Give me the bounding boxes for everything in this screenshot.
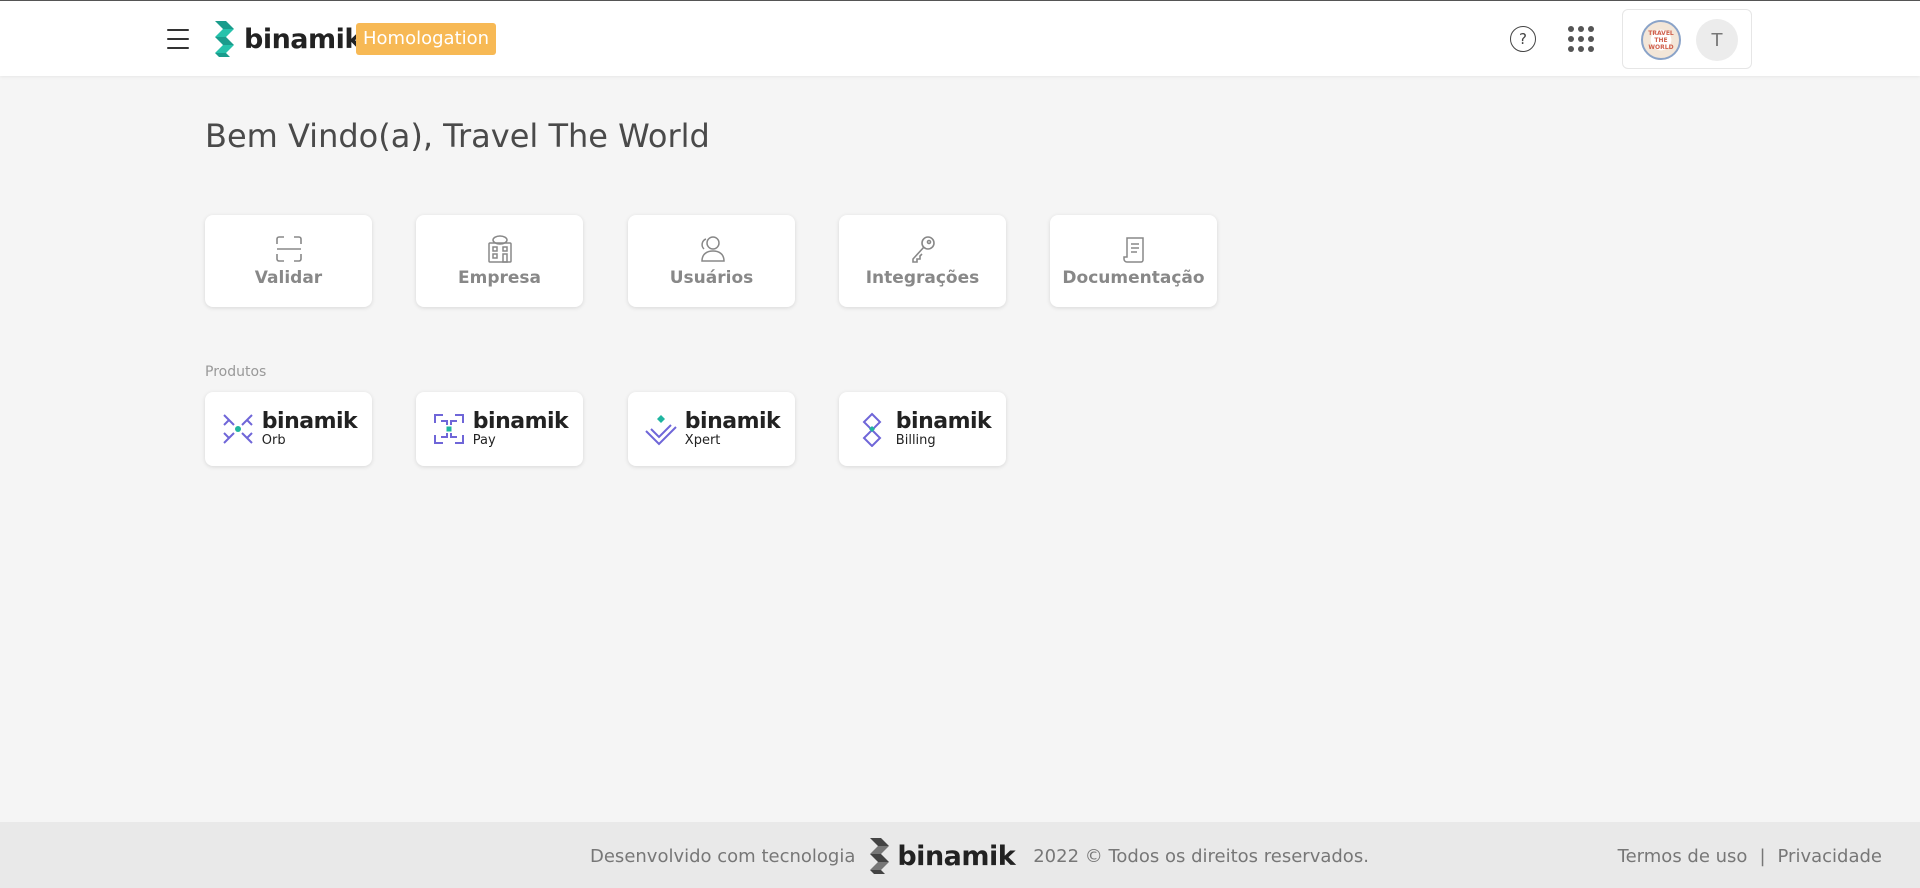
company-logo: TRAVEL THE WORLD [1641, 20, 1681, 60]
apps-grid-icon[interactable] [1568, 26, 1594, 52]
shortcut-documentacao[interactable]: Documentação [1050, 215, 1217, 307]
shortcut-label: Empresa [458, 268, 541, 288]
product-name: Pay [472, 433, 496, 448]
product-name: Xpert [684, 433, 721, 448]
brand-logo-text: binamik [244, 23, 362, 55]
footer-logo: binamik [867, 836, 1016, 876]
scan-frame-icon [275, 236, 302, 262]
billing-mark-icon [862, 412, 882, 447]
pay-mark-icon [433, 414, 464, 444]
product-xpert[interactable]: binamik Xpert [628, 392, 795, 466]
account-menu[interactable]: TRAVEL THE WORLD T [1622, 9, 1752, 69]
company-logo-text: TRAVEL THE WORLD [1648, 29, 1674, 51]
footer-logo-text: binamik [897, 840, 1016, 872]
brand-logo[interactable]: binamik [212, 17, 362, 61]
help-icon[interactable]: ? [1510, 26, 1536, 52]
footer-copyright: 2022 © Todos os direitos reservados. [1033, 845, 1369, 867]
product-name: Orb [261, 433, 286, 448]
footer-developed-with: Desenvolvido com tecnologia [590, 845, 856, 867]
product-brand: binamik [895, 409, 992, 434]
shortcut-usuarios[interactable]: Usuários [628, 215, 795, 307]
shortcut-integracoes[interactable]: Integrações [839, 215, 1006, 307]
binamik-mark-icon [870, 838, 890, 874]
environment-badge: Homologation [356, 23, 497, 55]
shortcut-label: Usuários [669, 268, 754, 288]
product-billing[interactable]: binamik Billing [839, 392, 1006, 466]
footer-separator: | [1759, 846, 1766, 867]
shortcut-label: Documentação [1062, 268, 1205, 288]
key-icon [911, 236, 935, 263]
footer: Desenvolvido com tecnologia binamik 2022… [0, 822, 1920, 888]
shortcut-validar[interactable]: Validar [205, 215, 372, 307]
orb-mark-icon [223, 414, 253, 444]
building-icon [487, 235, 512, 263]
shortcut-label: Integrações [865, 268, 980, 288]
product-pay[interactable]: binamik Pay [416, 392, 583, 466]
privacy-link[interactable]: Privacidade [1778, 846, 1882, 867]
avatar[interactable]: T [1696, 19, 1738, 61]
page-title: Bem Vindo(a), Travel The World [205, 117, 710, 155]
shortcut-label: Validar [254, 268, 323, 288]
document-icon [1122, 237, 1144, 263]
product-name: Billing [895, 433, 936, 448]
hamburger-menu-icon[interactable] [162, 25, 194, 53]
product-brand: binamik [261, 409, 358, 434]
product-orb[interactable]: binamik Orb [205, 392, 372, 466]
shortcut-empresa[interactable]: Empresa [416, 215, 583, 307]
product-brand: binamik [684, 409, 781, 434]
product-brand: binamik [472, 409, 569, 434]
terms-link[interactable]: Termos de uso [1618, 846, 1748, 867]
top-bar: binamik Homologation ? TRAVEL THE WORLD … [0, 0, 1920, 76]
products-section-label: Produtos [205, 364, 267, 380]
users-icon [700, 236, 725, 262]
binamik-mark-icon [215, 21, 234, 57]
xpert-mark-icon [645, 415, 677, 446]
